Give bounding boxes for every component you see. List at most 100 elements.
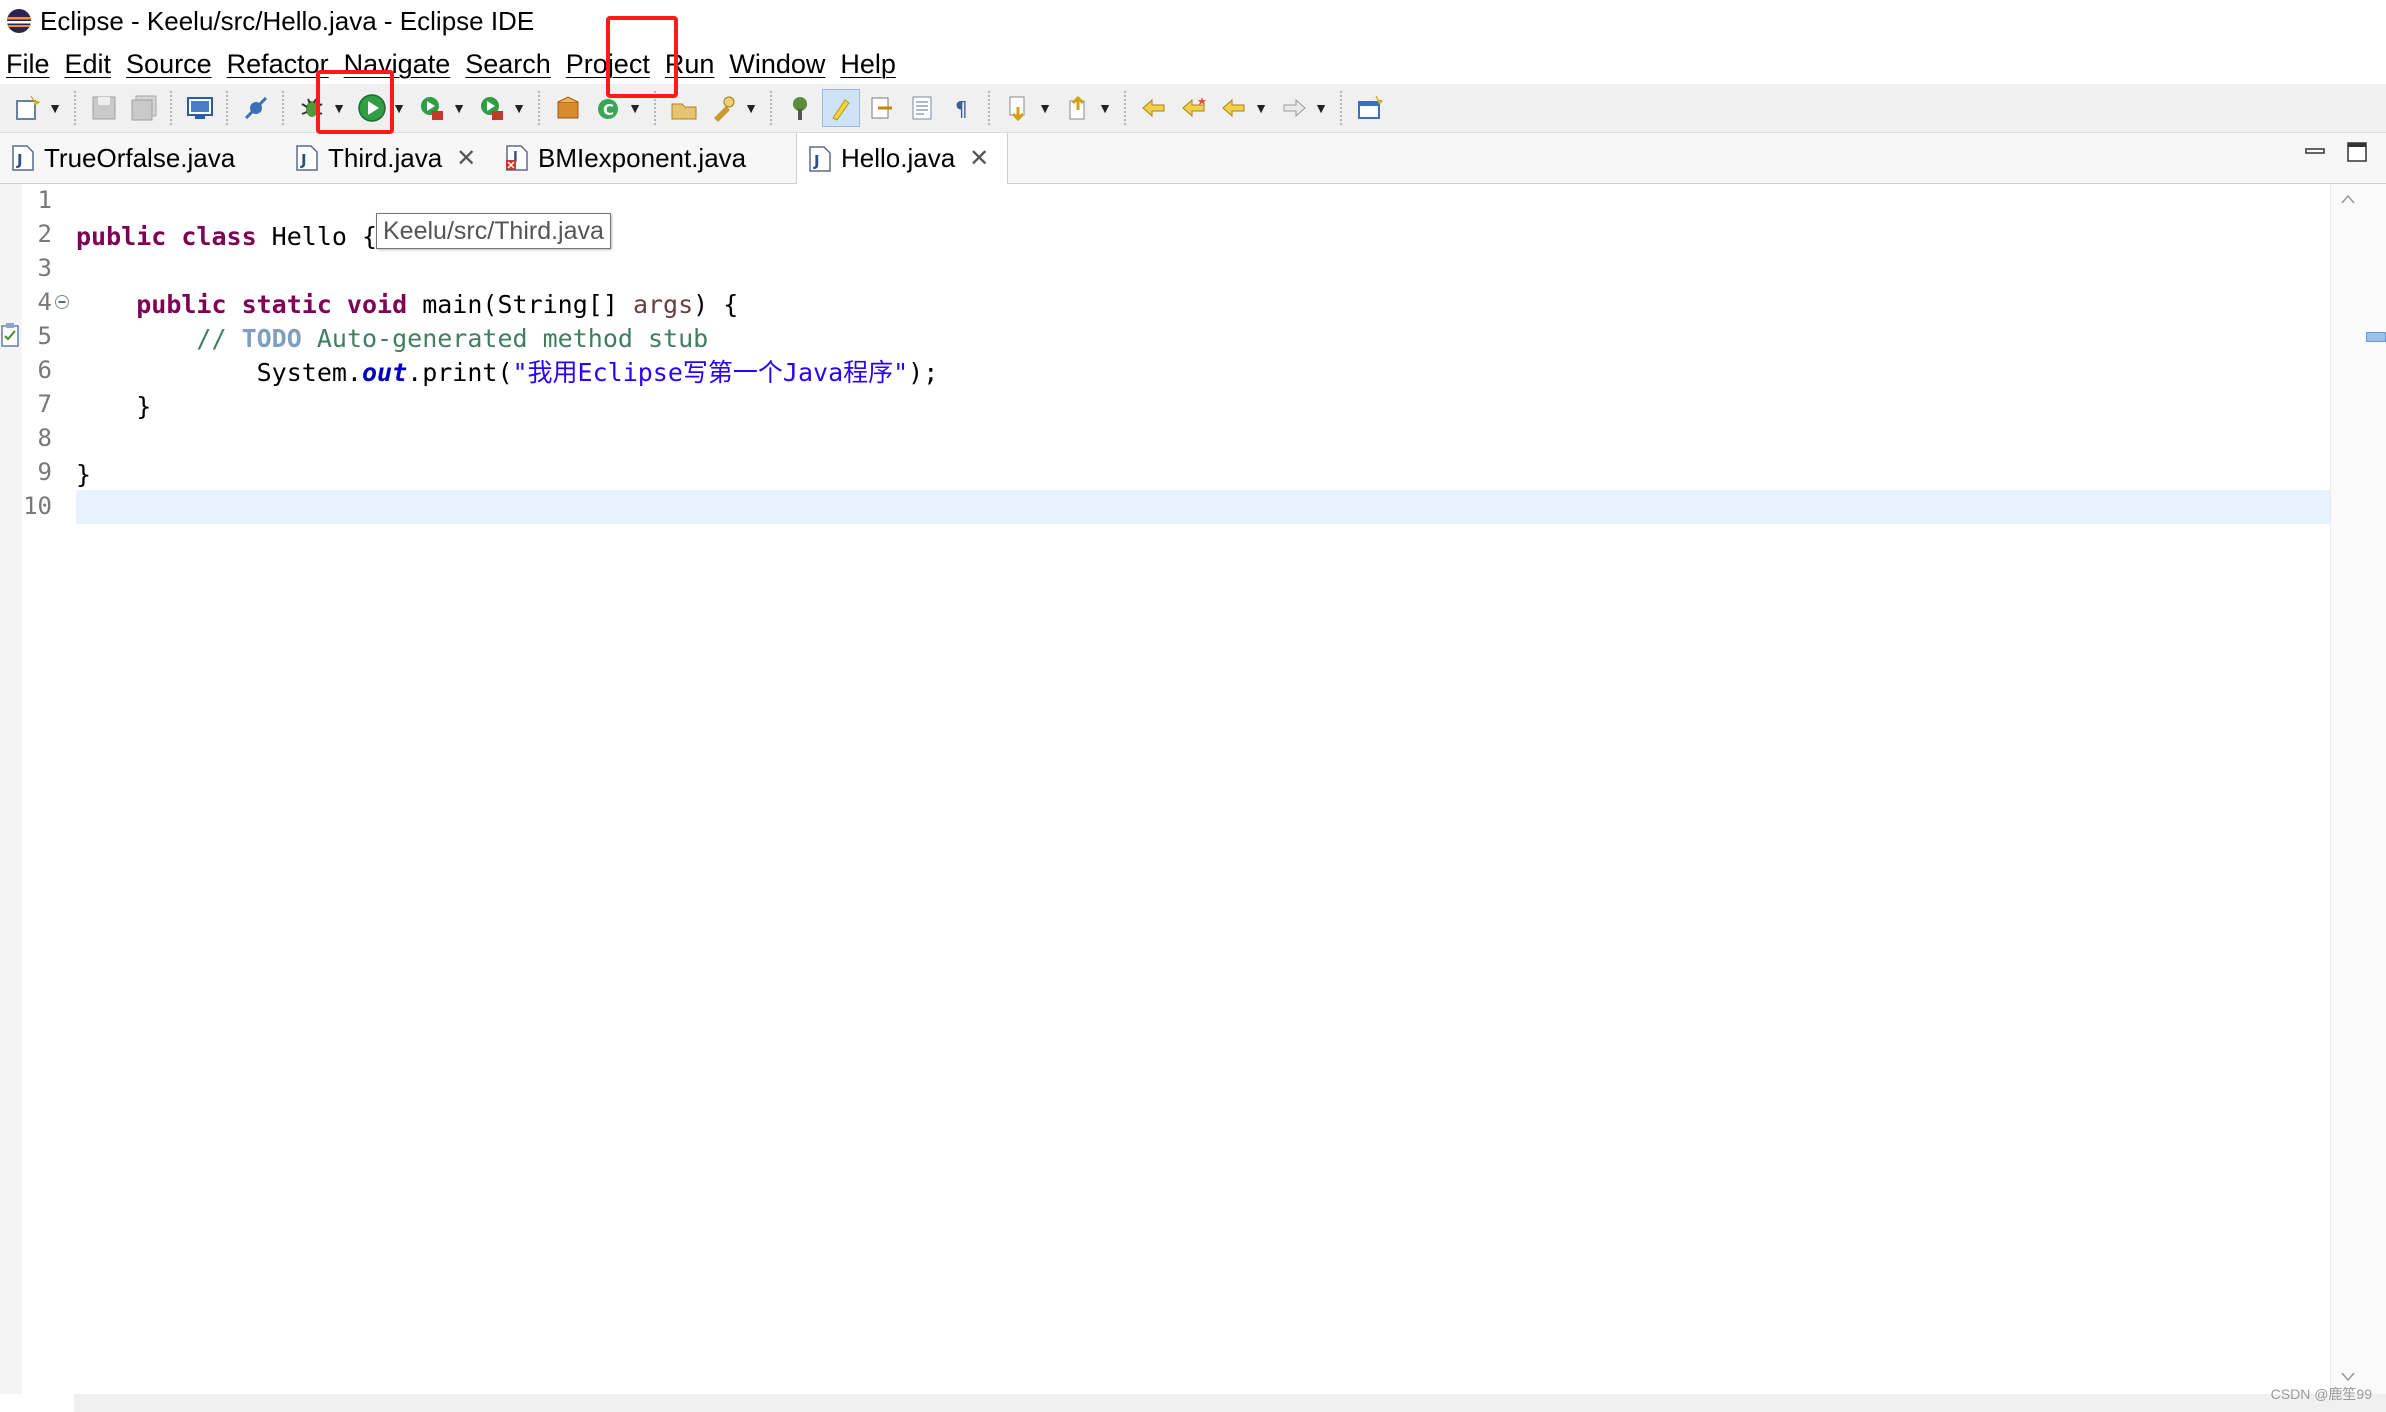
pilcrow-icon[interactable]: ¶ <box>944 90 980 126</box>
fold-collapse-icon[interactable] <box>54 294 70 310</box>
tab-label: Third.java <box>328 142 443 173</box>
external-tools-icon[interactable] <box>474 90 510 126</box>
toggle-block-selection-icon[interactable] <box>864 90 900 126</box>
toolbar-separator <box>226 91 230 125</box>
tab-label: TrueOrfalse.java <box>44 142 236 173</box>
tab-third[interactable]: J Third.java ✕ <box>284 133 492 183</box>
scroll-down-icon[interactable] <box>2341 1372 2355 1382</box>
vertical-scrollbar[interactable] <box>2330 184 2386 1394</box>
menu-file[interactable]: File <box>0 49 59 80</box>
new-wizard-icon[interactable] <box>10 90 46 126</box>
back-icon[interactable] <box>1216 90 1252 126</box>
external-tools-dropdown-icon[interactable]: ▼ <box>512 90 526 126</box>
coverage-dropdown-icon[interactable]: ▼ <box>452 90 466 126</box>
toolbar-separator <box>282 91 286 125</box>
code-text: .print( <box>407 358 513 387</box>
code-line-7: } <box>76 390 151 424</box>
forward-dropdown-icon[interactable]: ▼ <box>1314 90 1328 126</box>
code-text: ); <box>908 358 939 387</box>
next-annotation-dropdown-icon[interactable]: ▼ <box>1038 90 1052 126</box>
search-icon[interactable] <box>706 90 742 126</box>
mark-occurrences-icon[interactable] <box>822 89 860 127</box>
editor-tab-bar: J TrueOrfalse.java J Third.java ✕ J BMIe… <box>0 133 2386 184</box>
scroll-up-icon[interactable] <box>2341 194 2355 204</box>
forward-icon[interactable] <box>1276 90 1312 126</box>
tab-hello[interactable]: J Hello.java ✕ <box>796 133 1008 184</box>
overview-ruler-marker[interactable] <box>2366 332 2386 342</box>
last-edit-location-icon[interactable] <box>1136 90 1172 126</box>
run-dropdown-icon[interactable]: ▼ <box>392 90 406 126</box>
code-line-6: System.out.print("我用Eclipse写第一个Java程序"); <box>76 356 939 390</box>
line-number: 1 <box>37 186 52 214</box>
tab-tooltip: Keelu/src/Third.java <box>376 213 611 249</box>
tab-label: Hello.java <box>841 143 956 173</box>
code-text: ) { <box>693 290 739 319</box>
toolbar-separator <box>1340 91 1344 125</box>
open-console-icon[interactable] <box>182 90 218 126</box>
todo-tag: TODO <box>241 324 302 353</box>
run-menu-highlight <box>606 16 678 98</box>
toolbar-separator <box>770 91 774 125</box>
toolbar-separator <box>1124 91 1128 125</box>
window-title: Eclipse - Keelu/src/Hello.java - Eclipse… <box>40 5 535 36</box>
save-all-icon[interactable] <box>126 90 162 126</box>
save-icon[interactable] <box>86 90 122 126</box>
code-line-5: // TODO Auto-generated method stub <box>76 322 708 356</box>
svg-text:¶: ¶ <box>955 97 968 121</box>
last-edit-star-icon[interactable] <box>1176 90 1212 126</box>
skip-breakpoints-icon[interactable] <box>238 90 274 126</box>
back-dropdown-icon[interactable]: ▼ <box>1254 90 1268 126</box>
previous-annotation-icon[interactable] <box>1060 90 1096 126</box>
close-icon[interactable]: ✕ <box>456 144 476 173</box>
keyword: public class <box>76 222 257 251</box>
next-annotation-icon[interactable] <box>1000 90 1036 126</box>
line-number: 5 <box>37 322 52 350</box>
minimize-icon[interactable] <box>2304 141 2326 163</box>
code-text: } <box>136 392 152 421</box>
code-text: } <box>76 460 92 489</box>
toolbar-separator <box>538 91 542 125</box>
code-text: main(String[] <box>407 290 633 319</box>
horizontal-scrollbar[interactable] <box>74 1394 2386 1412</box>
java-file-icon: J <box>296 145 318 171</box>
java-file-icon: J <box>12 145 34 171</box>
line-number: 4 <box>37 288 52 316</box>
menu-edit[interactable]: Edit <box>59 49 121 80</box>
eclipse-logo-icon <box>7 9 31 33</box>
menu-bar: File Edit Source Refactor Navigate Searc… <box>0 44 905 84</box>
tab-bmiexponent[interactable]: J BMIexponent.java <box>494 133 794 183</box>
maximize-icon[interactable] <box>2346 141 2368 163</box>
watermark: CSDN @鹿笙99 <box>2270 1386 2372 1402</box>
line-number: 10 <box>23 492 52 520</box>
svg-text:J: J <box>813 152 820 170</box>
menu-source[interactable]: Source <box>120 49 221 80</box>
new-dropdown-icon[interactable]: ▼ <box>48 90 62 126</box>
code-text-area[interactable]: public class Hello { public static void … <box>76 184 2330 1394</box>
code-line-2: public class Hello { <box>76 220 377 254</box>
toolbar-separator <box>170 91 174 125</box>
search-dropdown-icon[interactable]: ▼ <box>744 90 758 126</box>
line-number: 3 <box>37 254 52 282</box>
menu-search[interactable]: Search <box>459 49 560 80</box>
comment: Auto-generated method stub <box>301 324 709 353</box>
close-icon[interactable]: ✕ <box>969 144 989 173</box>
annotation-gutter <box>0 184 22 1394</box>
code-editor[interactable]: 1 2 3 4 5 6 7 8 9 10 public class Hello … <box>0 184 2386 1412</box>
new-java-package-icon[interactable] <box>550 90 586 126</box>
open-perspective-icon[interactable] <box>1352 90 1388 126</box>
string-literal: "我用Eclipse写第一个Java程序" <box>512 358 909 387</box>
task-marker-icon[interactable] <box>0 322 22 348</box>
tab-trueorfalse[interactable]: J TrueOrfalse.java <box>0 133 278 183</box>
previous-annotation-dropdown-icon[interactable]: ▼ <box>1098 90 1112 126</box>
view-controls <box>2304 141 2368 163</box>
toggle-ant-editor-icon[interactable] <box>782 90 818 126</box>
menu-help[interactable]: Help <box>834 49 905 80</box>
line-number: 2 <box>37 220 52 248</box>
line-number: 9 <box>37 458 52 486</box>
coverage-icon[interactable] <box>414 90 450 126</box>
code-text: Hello { <box>256 222 378 251</box>
show-whitespace-icon[interactable] <box>904 90 940 126</box>
svg-text:J: J <box>300 151 307 169</box>
comment: // <box>196 324 242 353</box>
menu-window[interactable]: Window <box>723 49 834 80</box>
